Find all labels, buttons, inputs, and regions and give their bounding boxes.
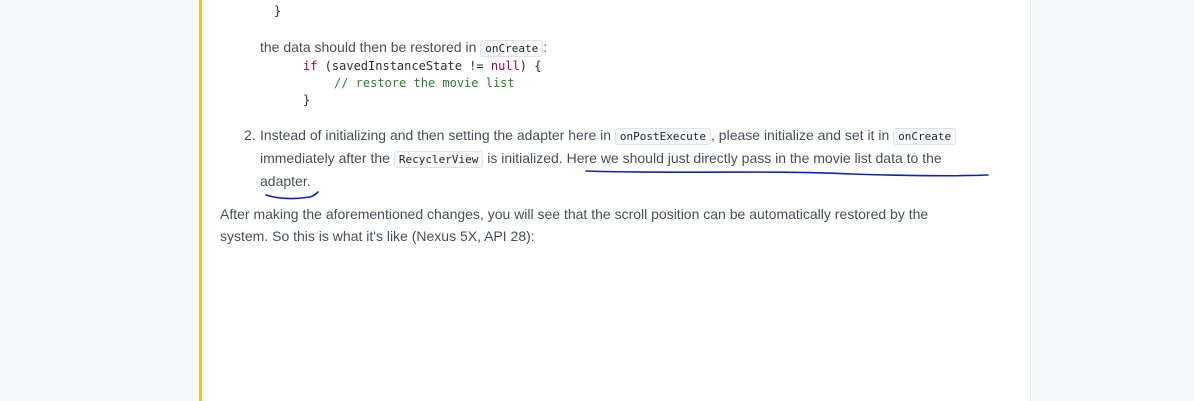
page-background: } the data should then be restored in on…: [0, 0, 1194, 401]
annotation-layer: [265, 170, 989, 200]
underline-annotation-adapter: [265, 191, 319, 200]
underline-annotation: [585, 170, 989, 177]
content-card: } the data should then be restored in on…: [199, 0, 1031, 401]
